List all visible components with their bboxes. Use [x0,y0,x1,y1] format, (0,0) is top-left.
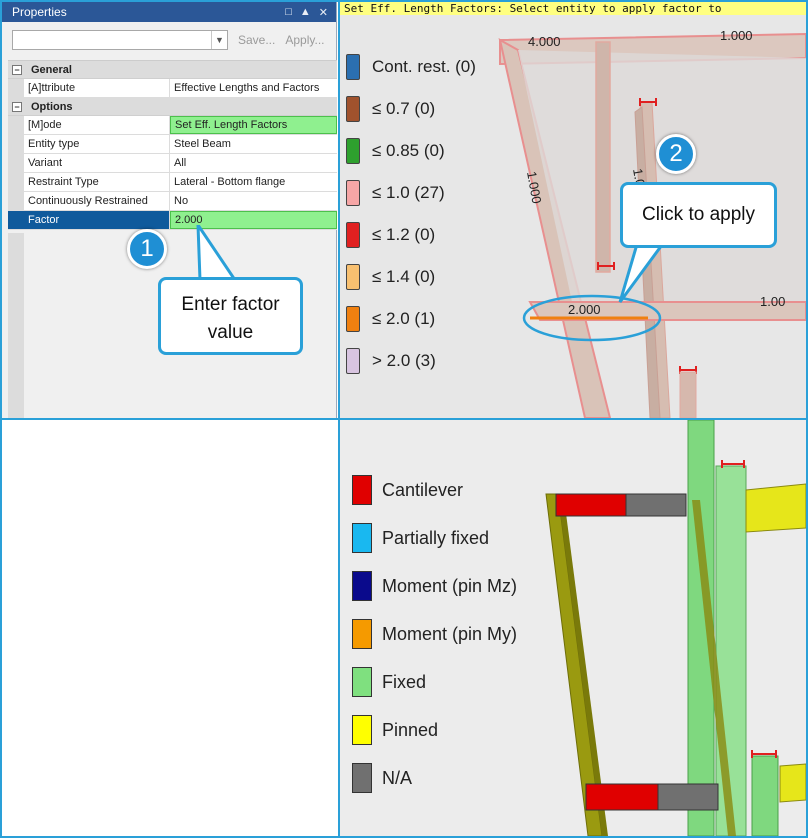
legend-label: Moment (pin Mz) [382,575,518,596]
legend-item: ≤ 1.0 (27) [346,180,445,206]
legend-item: ≤ 1.2 (0) [346,222,435,248]
legend-item: Pinned [352,715,438,745]
property-name: Factor [24,211,170,229]
legend-swatch [346,180,360,206]
vertical-divider [338,2,340,836]
legend-swatch [352,763,372,793]
property-grid: − General [A]ttribute Effective Lengths … [8,60,337,230]
legend-swatch [352,523,372,553]
legend-swatch [346,96,360,122]
pin-icon[interactable]: ▲ [300,6,311,19]
legend-label: Cont. rest. (0) [372,57,476,76]
horizontal-divider [0,418,808,420]
properties-panel: Properties □ ▲ ✕ ▼ Save... Apply... − Ge… [2,2,337,418]
legend-item: Partially fixed [352,523,489,553]
legend-item: Cantilever [352,475,463,505]
legend-label: ≤ 2.0 (1) [372,309,436,328]
chevron-down-icon[interactable]: ▼ [211,31,227,49]
property-value[interactable]: Steel Beam [170,135,337,153]
legend-label: Fixed [382,671,427,692]
legend-swatch [352,619,372,649]
property-row-restraint-type[interactable]: Restraint Type Lateral - Bottom flange [8,173,337,192]
legend-label: ≤ 1.4 (0) [372,267,436,286]
grid-gutter [8,233,24,418]
legend-label: ≤ 0.85 (0) [372,141,445,160]
dimension-label: 1.00 [760,294,786,309]
legend-label: Partially fixed [382,527,490,548]
property-row-mode[interactable]: [M]ode Set Eff. Length Factors [8,116,337,135]
collapse-icon[interactable]: − [12,101,22,112]
property-name: [M]ode [24,116,170,134]
legend-item: Cont. rest. (0) [346,54,476,80]
property-row-continuously-restrained[interactable]: Continuously Restrained No [8,192,337,211]
dimension-label: 1.000 [720,28,753,43]
legend-swatch [346,306,360,332]
legend-swatch [352,571,372,601]
legend-label: > 2.0 (3) [372,351,436,370]
legend-label: ≤ 1.2 (0) [372,225,436,244]
legend-item: > 2.0 (3) [346,348,436,374]
float-window-icon[interactable]: □ [285,6,292,19]
category-label: Options [31,100,73,113]
legend-swatch [352,715,372,745]
dimension-label: 2.000 [568,302,601,317]
property-name: Restraint Type [24,173,170,191]
close-icon[interactable]: ✕ [319,6,328,19]
legend-swatch [346,348,360,374]
callout-pointer [196,225,238,282]
legend-swatch [346,54,360,80]
legend-item: Moment (pin Mz) [352,571,517,601]
property-value[interactable]: Set Eff. Length Factors [170,116,337,134]
legend-label: Pinned [382,719,439,740]
property-name: Variant [24,154,170,172]
model-viewport-top[interactable]: Set Eff. Length Factors: Select entity t… [340,2,806,418]
legend-label: ≤ 1.0 (27) [372,183,445,202]
legend-label: ≤ 0.7 (0) [372,99,436,118]
legend-item: ≤ 0.85 (0) [346,138,445,164]
property-row-variant[interactable]: Variant All [8,154,337,173]
enter-factor-callout: Enter factor value [158,277,303,355]
preset-combo[interactable]: ▼ [12,30,228,50]
property-row-entity-type[interactable]: Entity type Steel Beam [8,135,337,154]
legend-item: ≤ 0.7 (0) [346,96,435,122]
property-value[interactable]: Lateral - Bottom flange [170,173,337,191]
property-row-attribute[interactable]: [A]ttribute Effective Lengths and Factor… [8,79,337,98]
click-to-apply-callout: Click to apply [620,182,777,248]
property-name: [A]ttribute [24,79,170,97]
property-name: Continuously Restrained [24,192,170,210]
property-value[interactable]: Effective Lengths and Factors [170,79,337,97]
save-button[interactable]: Save... [238,33,275,47]
step-2-badge: 2 [656,134,696,174]
property-value[interactable]: All [170,154,337,172]
step-1-badge: 1 [127,229,167,269]
category-general[interactable]: − General [8,61,337,79]
properties-title: Properties [12,5,67,19]
legend-item: ≤ 1.4 (0) [346,264,435,290]
legend-swatch [346,264,360,290]
legend-item: Fixed [352,667,426,697]
legend-swatch [346,222,360,248]
legend-item: ≤ 2.0 (1) [346,306,435,332]
property-value[interactable]: No [170,192,337,210]
properties-titlebar: Properties □ ▲ ✕ [2,2,336,22]
dimension-label: 4.000 [528,34,561,49]
legend-item: N/A [352,763,412,793]
apply-button[interactable]: Apply... [285,33,324,47]
command-status-bar: Set Eff. Length Factors: Select entity t… [340,2,806,15]
legend-swatch [346,138,360,164]
legend-label: Cantilever [382,479,464,500]
collapse-icon[interactable]: − [12,64,22,75]
legend-swatch [352,475,372,505]
property-name: Entity type [24,135,170,153]
legend-item: Moment (pin My) [352,619,517,649]
legend-label: N/A [382,767,413,788]
category-label: General [31,63,72,76]
category-options[interactable]: − Options [8,98,337,116]
callout-line: value [207,322,254,343]
properties-toolbar: ▼ Save... Apply... [2,22,336,58]
model-viewport-bottom[interactable]: Cantilever Partially fixed Moment (pin Mz)… [340,420,806,836]
callout-line: Enter factor [181,294,280,315]
legend-swatch [352,667,372,697]
legend-label: Moment (pin My) [382,623,518,644]
